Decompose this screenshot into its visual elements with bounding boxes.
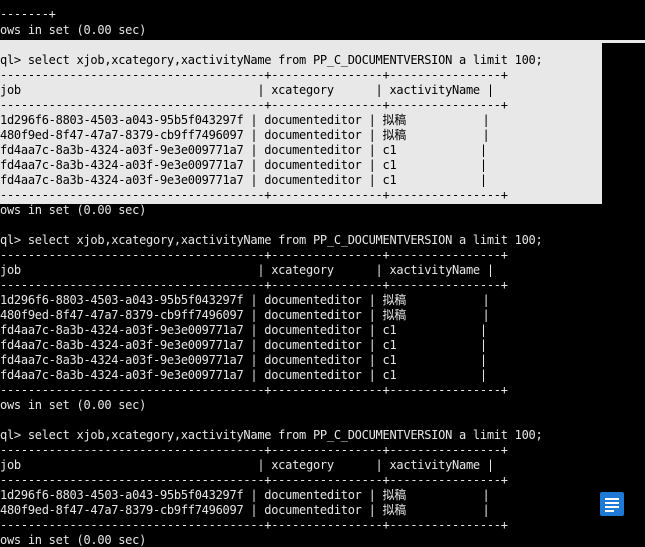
table-border: --------------------------------------+-… — [0, 443, 508, 457]
table-row: 480f9ed-8f47-47a7-8379-cb9ff7496097 | do… — [0, 308, 490, 322]
terminal-line: ows in set (0.00 sec) — [0, 203, 147, 217]
table-border: --------------------------------------+-… — [0, 518, 508, 532]
table-row: 1d296f6-8803-4503-a043-95b5f043297f | do… — [0, 488, 490, 502]
table-row: fd4aa7c-8a3b-4324-a03f-9e3e009771a7 | do… — [0, 143, 487, 157]
table-border: --------------------------------------+-… — [0, 473, 508, 487]
terminal-line: ows in set (0.00 sec) — [0, 533, 147, 547]
table-border: --------------------------------------+-… — [0, 248, 508, 262]
document-icon-line — [605, 506, 619, 508]
sql-command-line: ql> select xjob,xcategory,xactivityName … — [0, 53, 543, 67]
document-icon-line — [605, 498, 619, 500]
table-row: fd4aa7c-8a3b-4324-a03f-9e3e009771a7 | do… — [0, 368, 487, 382]
table-header: job | xcategory | xactivityName | — [0, 458, 494, 472]
table-row: 480f9ed-8f47-47a7-8379-cb9ff7496097 | do… — [0, 128, 490, 142]
document-icon-line — [605, 510, 614, 512]
table-header: job | xcategory | xactivityName | — [0, 83, 494, 97]
table-header: job | xcategory | xactivityName | — [0, 263, 494, 277]
table-border: --------------------------------------+-… — [0, 188, 508, 202]
table-border: --------------------------------------+-… — [0, 68, 508, 82]
table-row: 1d296f6-8803-4503-a043-95b5f043297f | do… — [0, 113, 490, 127]
terminal-line: ows in set (0.00 sec) — [0, 398, 147, 412]
table-row: fd4aa7c-8a3b-4324-a03f-9e3e009771a7 | do… — [0, 338, 487, 352]
table-border: --------------------------------------+-… — [0, 98, 508, 112]
table-border: --------------------------------------+-… — [0, 383, 508, 397]
table-row: 480f9ed-8f47-47a7-8379-cb9ff7496097 | do… — [0, 503, 490, 517]
terminal-line: ows in set (0.00 sec) — [0, 23, 147, 37]
sql-command-line: ql> select xjob,xcategory,xactivityName … — [0, 233, 543, 247]
table-row: fd4aa7c-8a3b-4324-a03f-9e3e009771a7 | do… — [0, 323, 487, 337]
terminal-line: -------+ — [0, 7, 56, 21]
sql-command-line: ql> select xjob,xcategory,xactivityName … — [0, 428, 543, 442]
table-row: fd4aa7c-8a3b-4324-a03f-9e3e009771a7 | do… — [0, 158, 487, 172]
table-border: --------------------------------------+-… — [0, 278, 508, 292]
table-row: fd4aa7c-8a3b-4324-a03f-9e3e009771a7 | do… — [0, 353, 487, 367]
table-row: 1d296f6-8803-4503-a043-95b5f043297f | do… — [0, 293, 490, 307]
table-row: fd4aa7c-8a3b-4324-a03f-9e3e009771a7 | do… — [0, 173, 487, 187]
terminal-window[interactable]: -------+ ows in set (0.00 sec) ql> selec… — [0, 0, 645, 547]
document-icon[interactable] — [600, 492, 624, 516]
document-icon-line — [605, 502, 619, 504]
